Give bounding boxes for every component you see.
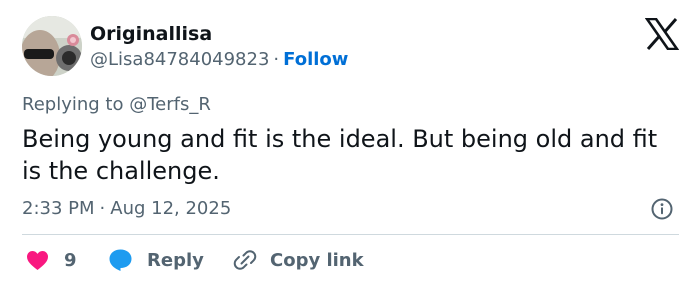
timestamp-date: Aug 12, 2025 bbox=[110, 198, 232, 219]
link-icon bbox=[233, 250, 257, 270]
heart-icon bbox=[27, 250, 48, 270]
author-handle-row: @Lisa84784049823 · Follow bbox=[90, 48, 348, 72]
copy-link-label: Copy link bbox=[270, 249, 364, 271]
like-button[interactable]: 9 bbox=[26, 246, 77, 274]
tweet-text: Being young and fit is the ideal. But be… bbox=[22, 125, 658, 185]
replying-to-line: Replying to @Terfs_R bbox=[22, 93, 211, 117]
info-icon[interactable] bbox=[651, 198, 673, 220]
tweet-timestamp[interactable]: 2:33 PM · Aug 12, 2025 bbox=[22, 197, 231, 221]
replying-to-handle[interactable]: @Terfs_R bbox=[129, 94, 211, 115]
reply-bubble-icon bbox=[109, 249, 132, 271]
author-handle[interactable]: @Lisa84784049823 bbox=[90, 49, 269, 70]
x-logo-icon[interactable] bbox=[644, 17, 680, 51]
follow-button[interactable]: Follow bbox=[283, 49, 348, 70]
like-count: 9 bbox=[64, 249, 77, 271]
author-name[interactable]: Originallisa bbox=[90, 22, 212, 46]
timestamp-time: 2:33 PM bbox=[22, 198, 95, 219]
reply-label: Reply bbox=[147, 249, 204, 271]
divider bbox=[22, 234, 679, 235]
reply-button[interactable]: Reply bbox=[108, 246, 204, 274]
replying-to-label: Replying to bbox=[22, 94, 124, 115]
copy-link-button[interactable]: Copy link bbox=[232, 246, 364, 274]
author-avatar[interactable] bbox=[22, 16, 82, 76]
handle-separator: · bbox=[273, 49, 280, 70]
timestamp-separator: · bbox=[99, 198, 106, 219]
